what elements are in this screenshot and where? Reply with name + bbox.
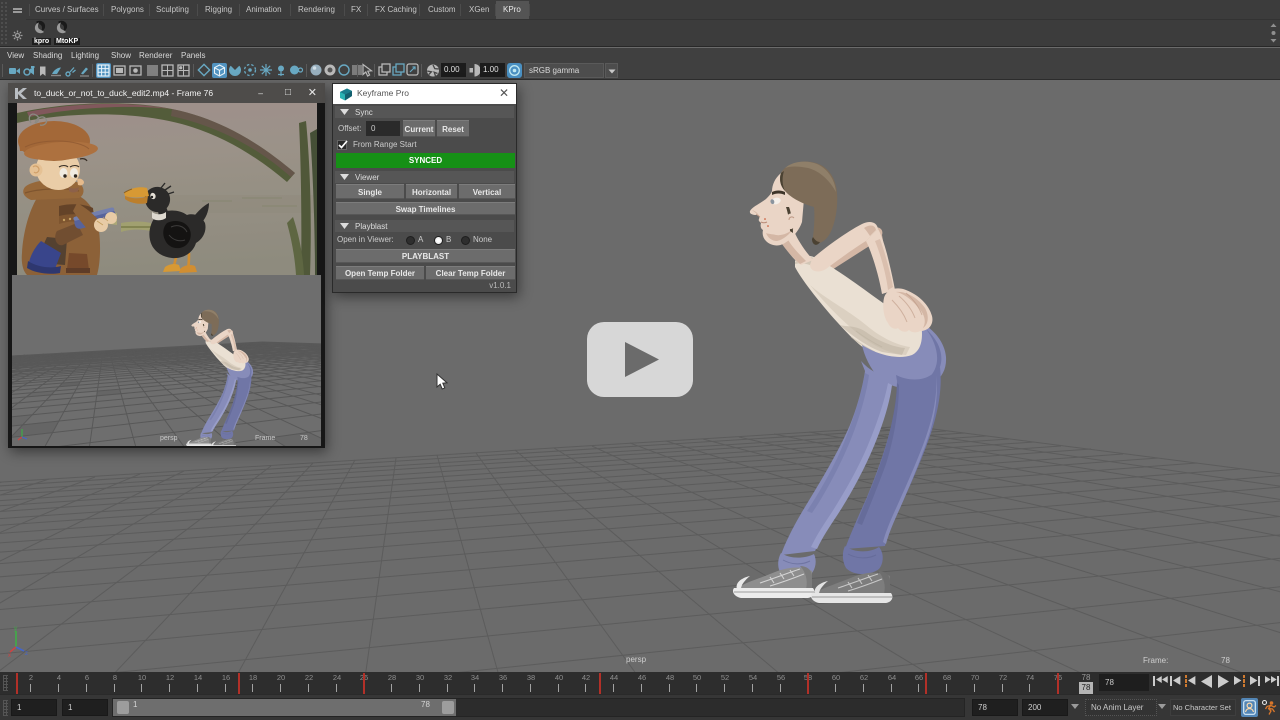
svg-text:y: y bbox=[14, 626, 17, 632]
svg-text:z: z bbox=[25, 651, 28, 657]
svg-text:x: x bbox=[8, 653, 11, 657]
